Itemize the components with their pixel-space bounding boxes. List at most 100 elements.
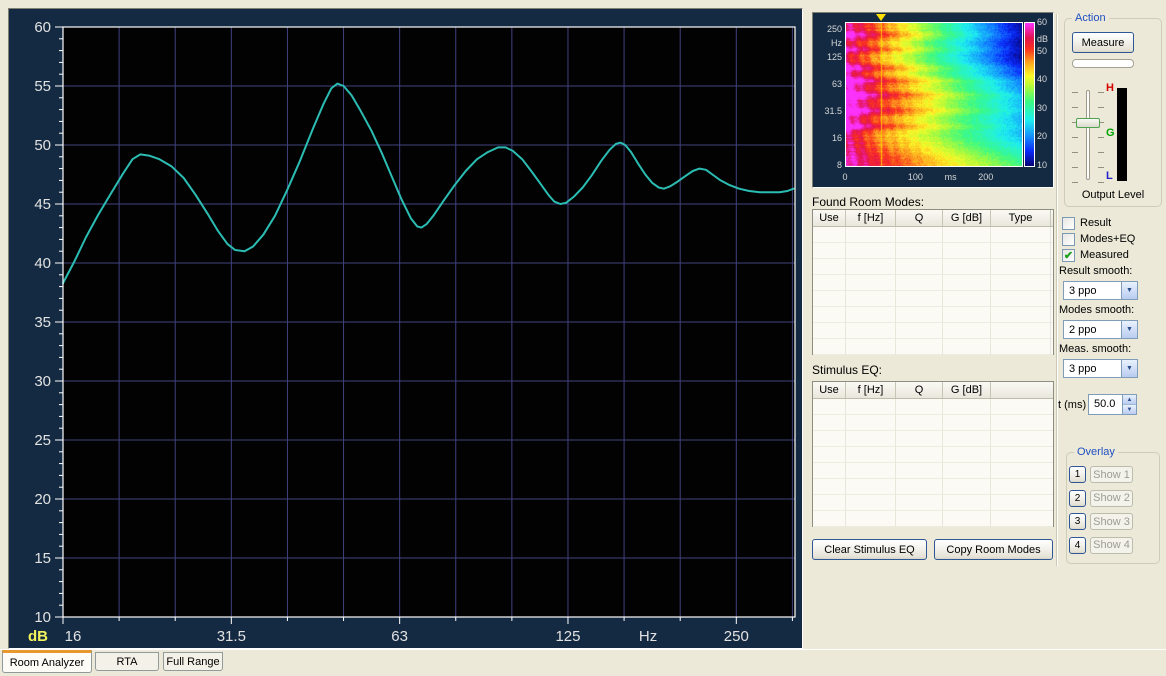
spectrogram-image <box>845 22 1023 167</box>
svg-text:125: 125 <box>555 628 580 645</box>
table-header-cell[interactable]: Type <box>991 210 1051 226</box>
table-header-cell[interactable]: G [dB] <box>943 382 991 398</box>
table-row[interactable] <box>813 463 1053 479</box>
modes-smooth-label: Modes smooth: <box>1059 304 1134 316</box>
table-row[interactable] <box>813 291 1053 307</box>
table-header-cell[interactable]: Q <box>896 382 943 398</box>
spectro-y-tick-label: 125 <box>813 52 842 62</box>
svg-text:31.5: 31.5 <box>217 628 246 645</box>
overlay-show-4-button[interactable]: Show 4 <box>1090 537 1133 554</box>
found-room-modes-table[interactable]: Usef [Hz]QG [dB]Type <box>812 209 1054 355</box>
check-icon[interactable]: ✔ <box>1062 249 1075 262</box>
meas-smooth-select[interactable]: 3 ppo▼ <box>1063 359 1138 378</box>
spinner-down-icon[interactable]: ▼ <box>1123 405 1136 414</box>
table-row[interactable] <box>813 243 1053 259</box>
clear-stimulus-eq-button[interactable]: Clear Stimulus EQ <box>812 539 927 560</box>
room-analyzer-app: 10152025303540455055601631.563125250HzdB… <box>0 0 1166 676</box>
svg-text:35: 35 <box>34 314 51 331</box>
table-row[interactable] <box>813 339 1053 355</box>
level-meter <box>1117 88 1127 181</box>
colorbar-tick-label: 40 <box>1037 74 1053 84</box>
stimulus-eq-table[interactable]: Usef [Hz]QG [dB] <box>812 381 1054 527</box>
overlay-select-2-button[interactable]: 2 <box>1069 490 1086 507</box>
spectro-y-unit-label: Hz <box>813 38 842 48</box>
tab-rta[interactable]: RTA <box>95 652 159 671</box>
overlay-title: Overlay <box>1074 446 1118 458</box>
table-header-cell[interactable]: Q <box>896 210 943 226</box>
output-level-slider-thumb[interactable] <box>1076 118 1100 128</box>
spectro-y-tick-label: 31.5 <box>813 106 842 116</box>
table-header-cell[interactable]: Use <box>813 382 846 398</box>
checkbox-label: Result <box>1080 217 1111 229</box>
svg-text:16: 16 <box>65 628 82 645</box>
table-row[interactable] <box>813 479 1053 495</box>
checkbox-box[interactable] <box>1062 217 1075 230</box>
chevron-down-icon[interactable]: ▼ <box>1121 321 1137 338</box>
tab-room-analyzer[interactable]: Room Analyzer <box>2 650 92 673</box>
slider-ticks-left <box>1072 92 1078 183</box>
table-header-filler <box>991 382 1053 398</box>
checkbox-result[interactable]: Result <box>1062 216 1111 230</box>
found-room-modes-title: Found Room Modes: <box>812 195 924 209</box>
overlay-select-3-button[interactable]: 3 <box>1069 513 1086 530</box>
result-smooth-value: 3 ppo <box>1069 285 1097 297</box>
output-level-slider[interactable] <box>1086 90 1090 180</box>
checkbox-measured[interactable]: ✔Measured <box>1062 248 1129 262</box>
time-marker-icon[interactable] <box>876 14 886 21</box>
tab-full-range[interactable]: Full Range <box>163 652 223 671</box>
frequency-response-panel: 10152025303540455055601631.563125250HzdB <box>8 8 803 649</box>
table-header-cell[interactable]: Use <box>813 210 846 226</box>
overlay-show-3-button[interactable]: Show 3 <box>1090 513 1133 530</box>
time-window-spinner[interactable]: 50.0 ▲ ▼ <box>1088 394 1137 415</box>
spectro-x-tick-label: 0 <box>831 172 859 182</box>
svg-text:25: 25 <box>34 432 51 449</box>
table-row[interactable] <box>813 399 1053 415</box>
time-window-value: 50.0 <box>1094 398 1115 410</box>
table-header-cell[interactable]: G [dB] <box>943 210 991 226</box>
table-header-row: Usef [Hz]QG [dB] <box>813 382 1053 399</box>
table-row[interactable] <box>813 447 1053 463</box>
chevron-down-icon[interactable]: ▼ <box>1121 360 1137 377</box>
svg-text:30: 30 <box>34 373 51 390</box>
spectrogram-panel: 250Hz1256331.51680100ms20060dB5040302010 <box>812 12 1054 188</box>
table-header-cell[interactable]: f [Hz] <box>846 210 896 226</box>
table-row[interactable] <box>813 259 1053 275</box>
stimulus-eq-title: Stimulus EQ: <box>812 363 882 377</box>
table-row[interactable] <box>813 323 1053 339</box>
measure-progressbar <box>1072 59 1134 68</box>
result-smooth-select[interactable]: 3 ppo ▼ <box>1063 281 1138 300</box>
overlay-show-2-button[interactable]: Show 2 <box>1090 490 1133 507</box>
table-column-line <box>845 227 846 355</box>
table-row[interactable] <box>813 431 1053 447</box>
measure-button[interactable]: Measure <box>1072 32 1134 53</box>
table-body <box>813 399 1053 527</box>
spectro-x-tick-label: 100 <box>901 172 929 182</box>
table-column-line <box>942 227 943 355</box>
table-row[interactable] <box>813 307 1053 323</box>
meter-mark-g: G <box>1106 127 1115 139</box>
table-row[interactable] <box>813 227 1053 243</box>
table-row[interactable] <box>813 511 1053 527</box>
spectro-x-unit-label: ms <box>937 172 965 182</box>
checkbox-modes-eq[interactable]: Modes+EQ <box>1062 232 1135 246</box>
checkbox-box[interactable] <box>1062 233 1075 246</box>
chevron-down-icon[interactable]: ▼ <box>1121 282 1137 299</box>
action-title: Action <box>1072 12 1109 24</box>
column-divider <box>1056 14 1057 566</box>
overlay-show-1-button[interactable]: Show 1 <box>1090 466 1133 483</box>
table-row[interactable] <box>813 415 1053 431</box>
copy-room-modes-button[interactable]: Copy Room Modes <box>934 539 1053 560</box>
table-header-cell[interactable]: f [Hz] <box>846 382 896 398</box>
time-window-label: t (ms) <box>1058 399 1086 411</box>
overlay-select-4-button[interactable]: 4 <box>1069 537 1086 554</box>
tabstrip-divider <box>0 649 1166 650</box>
svg-text:dB: dB <box>28 628 48 645</box>
table-row[interactable] <box>813 275 1053 291</box>
modes-smooth-value: 2 ppo <box>1069 324 1097 336</box>
modes-smooth-select[interactable]: 2 ppo ▼ <box>1063 320 1138 339</box>
table-row[interactable] <box>813 495 1053 511</box>
overlay-select-1-button[interactable]: 1 <box>1069 466 1086 483</box>
colorbar-tick-label: 20 <box>1037 131 1053 141</box>
spectro-y-tick-label: 8 <box>813 160 842 170</box>
spinner-up-icon[interactable]: ▲ <box>1123 395 1136 405</box>
